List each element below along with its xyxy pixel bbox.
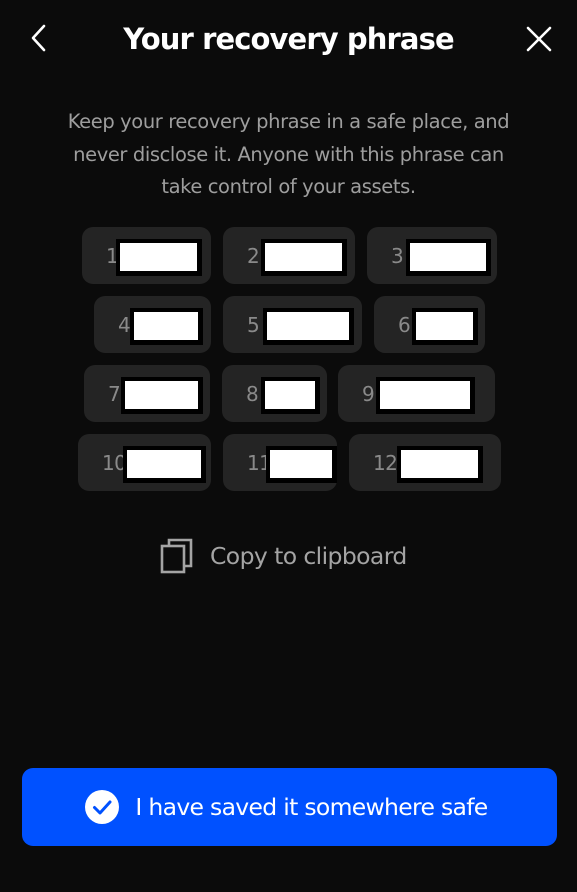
word-chip-12: 12	[349, 434, 501, 491]
redacted-word	[406, 239, 491, 276]
word-index: 5	[247, 312, 260, 337]
recovery-phrase-screen: Your recovery phrase Keep your recovery …	[0, 0, 577, 892]
word-chip-9: 9	[338, 365, 495, 422]
redacted-word	[266, 446, 337, 483]
redacted-word	[412, 308, 478, 345]
redacted-word	[397, 446, 483, 483]
word-chip-3: 3	[367, 227, 497, 284]
word-chip-7: 7	[84, 365, 210, 422]
word-chip-5: 5	[223, 296, 362, 353]
close-button[interactable]	[520, 20, 558, 58]
page-title: Your recovery phrase	[123, 22, 454, 56]
word-chip-1: 1	[82, 227, 211, 284]
word-chip-4: 4	[94, 296, 211, 353]
word-index: 12	[373, 450, 398, 475]
warning-description: Keep your recovery phrase in a safe plac…	[67, 110, 510, 198]
redacted-word	[130, 308, 203, 345]
word-index: 8	[246, 381, 259, 406]
redacted-word	[123, 446, 206, 483]
word-index: 3	[391, 243, 404, 268]
copy-icon	[160, 538, 193, 574]
confirm-label: I have saved it somewhere safe	[135, 793, 488, 821]
redacted-word	[261, 377, 320, 414]
word-index: 4	[118, 312, 131, 337]
redacted-word	[121, 377, 203, 414]
check-circle-icon	[85, 790, 120, 824]
word-chip-6: 6	[374, 296, 485, 353]
redacted-word	[376, 377, 475, 414]
redacted-word	[116, 239, 202, 276]
word-chip-11: 11	[223, 434, 337, 491]
redacted-word	[263, 308, 354, 345]
word-index: 6	[398, 312, 411, 337]
word-chip-2: 2	[223, 227, 355, 284]
confirm-saved-button[interactable]: I have saved it somewhere safe	[22, 768, 557, 846]
redacted-word	[261, 239, 347, 276]
copy-to-clipboard-button[interactable]: Copy to clipboard	[160, 536, 407, 576]
word-chip-8: 8	[222, 365, 327, 422]
word-index: 9	[362, 381, 375, 406]
close-icon	[526, 26, 552, 52]
copy-label: Copy to clipboard	[210, 542, 407, 570]
word-index: 2	[247, 243, 260, 268]
word-chip-10: 10	[78, 434, 211, 491]
word-index: 7	[108, 381, 121, 406]
